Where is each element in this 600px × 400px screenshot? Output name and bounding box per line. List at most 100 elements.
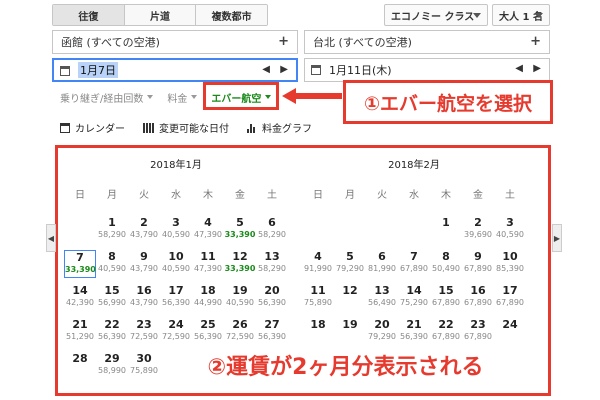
day-price: 67,890 [464,264,492,273]
day-number: 27 [264,318,280,331]
next-date-icon[interactable]: ▶ [280,64,288,75]
day-number: 11 [200,250,216,263]
calendar-day[interactable]: 14 42,390 [64,284,96,312]
calendar-day[interactable]: 24 72,590 [160,318,192,346]
calendar-day[interactable]: 24 [494,318,526,346]
calendar-day[interactable]: 8 50,490 [430,250,462,278]
weekday-label: 金 [473,190,483,201]
calendar-day[interactable]: 8 40,590 [96,250,128,278]
calendar-day[interactable]: 14 75,290 [398,284,430,312]
add-origin-icon[interactable]: + [278,34,289,49]
origin-field[interactable]: 函館 (すべての空港) + [52,30,298,54]
calendar-day[interactable]: 30 75,890 [128,352,160,380]
calendar-day[interactable]: 7 67,890 [398,250,430,278]
calendar-day[interactable]: 19 [334,318,366,346]
annotation-select-airline: ①エバー航空を選択 [343,80,553,124]
tab-multi-city[interactable]: 複数都市 [196,5,267,25]
calendar-day[interactable]: 12 [334,284,366,312]
calendar-day[interactable]: 13 58,290 [256,250,288,278]
calendar-day[interactable]: 7 33,390 [64,250,96,278]
weekday-label: 日 [75,190,85,201]
calendar-day[interactable]: 19 40,590 [224,284,256,312]
calendar-day[interactable]: 17 56,390 [160,284,192,312]
calendar-day[interactable]: 13 56,490 [366,284,398,312]
calendar-day[interactable]: 3 40,590 [160,216,192,244]
calendar-day[interactable]: 22 56,390 [96,318,128,346]
calendar-day[interactable]: 27 56,390 [256,318,288,346]
return-date-field[interactable]: 1月11日(木) ◀ ▶ [304,58,550,82]
calendar-day[interactable]: 10 40,590 [160,250,192,278]
calendar-day[interactable]: 10 85,390 [494,250,526,278]
price-graph-button[interactable]: 料金グラフ [247,120,312,135]
day-number: 5 [236,216,244,229]
calendar-day[interactable]: 22 67,890 [430,318,462,346]
day-price: 75,290 [400,298,428,307]
day-number: 9 [140,250,148,263]
calendar-day[interactable]: 9 67,890 [462,250,494,278]
next-month-icon[interactable]: ▶ [552,224,562,252]
calendar-day[interactable]: 21 56,390 [398,318,430,346]
calendar-day[interactable]: 15 67,890 [430,284,462,312]
calendar-day[interactable]: 11 75,890 [302,284,334,312]
calendar-day[interactable]: 5 79,290 [334,250,366,278]
calendar-day[interactable]: 29 58,990 [96,352,128,380]
calendar-day[interactable]: 5 33,390 [224,216,256,244]
day-price: 75,890 [130,366,158,375]
calendar-day[interactable]: 1 58,290 [96,216,128,244]
calendar-day[interactable]: 18 44,990 [192,284,224,312]
weekday-label: 水 [409,190,419,201]
calendar-day[interactable]: 2 39,690 [462,216,494,244]
calendar-day[interactable]: 16 43,790 [128,284,160,312]
destination-field[interactable]: 台北 (すべての空港) + [304,30,550,54]
prev-date-icon[interactable]: ◀ [515,63,523,74]
calendar-day[interactable]: 16 67,890 [462,284,494,312]
day-price: 56,390 [194,332,222,341]
price-filter[interactable]: 料金 [167,90,198,105]
calendar-day[interactable]: 23 72,590 [128,318,160,346]
calendar-day[interactable]: 21 51,290 [64,318,96,346]
calendar-day[interactable]: 26 72,590 [224,318,256,346]
calendar-day[interactable]: 2 43,790 [128,216,160,244]
calendar-day[interactable]: 9 43,790 [128,250,160,278]
calendar-day[interactable]: 1 [430,216,462,244]
prev-month-icon[interactable]: ◀ [46,224,56,252]
day-number: 30 [136,352,152,365]
calendar-day[interactable]: 11 47,390 [192,250,224,278]
day-number: 23 [136,318,152,331]
calendar-day[interactable]: 28 [64,352,96,380]
cabin-class-select[interactable]: エコノミー クラス [384,4,488,26]
day-price: 58,290 [98,230,126,239]
calendar-day[interactable]: 4 47,390 [192,216,224,244]
day-number: 6 [378,250,386,263]
add-destination-icon[interactable]: + [530,34,541,49]
prev-date-icon[interactable]: ◀ [262,64,270,75]
calendar-day[interactable]: 25 56,390 [192,318,224,346]
day-price: 67,890 [432,298,460,307]
calendar-day[interactable]: 4 91,990 [302,250,334,278]
calendar-day[interactable]: 6 58,290 [256,216,288,244]
tab-round-trip[interactable]: 往復 [53,5,125,25]
calendar-day[interactable]: 23 67,890 [462,318,494,346]
tab-one-way[interactable]: 片道 [124,5,197,25]
passengers-select[interactable]: 大人 1 名 [492,4,550,26]
day-price: 56,390 [98,332,126,341]
calendar-day[interactable]: 17 67,890 [494,284,526,312]
flexible-dates-button[interactable]: 変更可能な日付 [143,120,229,135]
depart-date-field[interactable]: 1月7日 ◀ ▶ [52,58,298,82]
next-date-icon[interactable]: ▶ [533,63,541,74]
stops-filter[interactable]: 乗り継ぎ/経由回数 [60,90,154,105]
weekday-label: 木 [441,190,451,201]
day-number: 10 [168,250,184,263]
weekday-label: 土 [267,190,277,201]
calendar-day[interactable]: 15 56,990 [96,284,128,312]
calendar-day[interactable]: 12 33,390 [224,250,256,278]
calendar-day[interactable]: 18 [302,318,334,346]
day-number: 16 [470,284,486,297]
calendar-day[interactable]: 6 81,990 [366,250,398,278]
day-number: 3 [506,216,514,229]
calendar-day[interactable]: 20 79,290 [366,318,398,346]
calendar-view-button[interactable]: カレンダー [60,120,125,135]
calendar-day[interactable]: 3 40,590 [494,216,526,244]
calendar-day[interactable]: 20 56,390 [256,284,288,312]
day-price: 44,990 [194,298,222,307]
